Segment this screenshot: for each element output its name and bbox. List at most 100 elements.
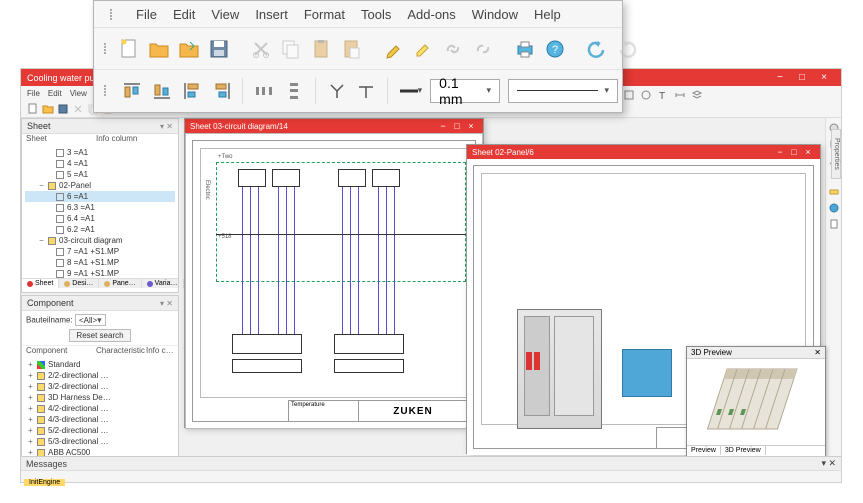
line-style-icon[interactable]: ▾	[398, 79, 422, 103]
tool-icon[interactable]	[828, 202, 840, 214]
tree-toggle-icon[interactable]: +	[27, 436, 34, 447]
mini-menu-item[interactable]: Edit	[48, 89, 62, 98]
menu-window[interactable]: Window	[472, 7, 518, 22]
dock-controls[interactable]: ▾ ✕	[821, 458, 836, 469]
dock-pin-icon[interactable]: ▾ ✕	[160, 122, 173, 131]
preview-tab[interactable]: Preview	[687, 446, 721, 455]
preview-tab[interactable]: 3D Preview	[721, 446, 766, 455]
tree-row[interactable]: 6.4 =A1	[25, 213, 175, 224]
tree-row[interactable]: −03-circuit diagram	[25, 235, 175, 246]
tree-row[interactable]: 9 =A1 +S1.MP	[25, 268, 175, 278]
menu-edit[interactable]: Edit	[173, 7, 195, 22]
open-icon[interactable]	[42, 103, 54, 115]
reset-search-button[interactable]: Reset search	[69, 329, 130, 342]
doc-minimize-button[interactable]: −	[436, 121, 450, 131]
new-icon[interactable]	[27, 103, 39, 115]
tree-toggle-icon[interactable]: +	[27, 403, 34, 414]
tree-toggle-icon[interactable]: +	[27, 392, 34, 403]
tool-icon[interactable]	[828, 186, 840, 198]
undo-icon[interactable]	[586, 37, 608, 61]
connector-y-icon[interactable]	[326, 79, 348, 103]
layer-tool-icon[interactable]	[691, 89, 703, 101]
status-tab[interactable]: InitEngine	[24, 479, 65, 486]
tree-row[interactable]: +2/2-directional …	[25, 370, 175, 381]
tree-row[interactable]: +3/2-directional …	[25, 381, 175, 392]
tree-row[interactable]: 6.2 =A1	[25, 224, 175, 235]
text-tool-icon[interactable]: T	[657, 89, 669, 101]
connector-t-icon[interactable]	[356, 79, 378, 103]
dim-tool-icon[interactable]	[674, 89, 686, 101]
circuit-canvas[interactable]: Electric +Two +518	[185, 133, 483, 429]
tree-row[interactable]: −02-Panel	[25, 180, 175, 191]
close-button[interactable]: ×	[813, 72, 835, 83]
copy-icon[interactable]	[280, 37, 302, 61]
line-width-combo[interactable]: 0.1 mm▾	[430, 79, 500, 103]
paste-special-icon[interactable]	[340, 37, 362, 61]
tree-toggle-icon[interactable]: +	[27, 425, 34, 436]
menu-file[interactable]: File	[136, 7, 157, 22]
tree-toggle-icon[interactable]: +	[27, 414, 34, 425]
panel-tab[interactable]: Varia…	[142, 279, 184, 288]
tree-toggle-icon[interactable]: −	[38, 180, 45, 191]
format-brush-icon[interactable]	[382, 37, 404, 61]
mini-menu-item[interactable]: View	[70, 89, 87, 98]
align-right-icon[interactable]	[211, 79, 233, 103]
paste-icon[interactable]	[310, 37, 332, 61]
mini-menu-item[interactable]: File	[27, 89, 40, 98]
tree-row[interactable]: +4/3-directional …	[25, 414, 175, 425]
toolbar-grip-icon[interactable]	[110, 9, 116, 20]
save-icon[interactable]	[208, 37, 230, 61]
align-bottom-icon[interactable]	[151, 79, 173, 103]
new-doc-icon[interactable]	[118, 37, 140, 61]
redo-icon[interactable]	[616, 37, 638, 61]
cut-icon[interactable]	[250, 37, 272, 61]
preview-close-icon[interactable]: ✕	[814, 348, 821, 357]
highlight-icon[interactable]	[412, 37, 434, 61]
menu-addons[interactable]: Add-ons	[407, 7, 455, 22]
help-icon[interactable]: ?	[544, 37, 566, 61]
tree-toggle-icon[interactable]: +	[27, 381, 34, 392]
component-name-combo[interactable]: <All> ▾	[75, 314, 106, 326]
doc-window-circuit[interactable]: Sheet 03-circuit diagram/14 − □ × Electr…	[184, 118, 484, 428]
unlink-icon[interactable]	[472, 37, 494, 61]
tree-row[interactable]: +4/2-directional …	[25, 403, 175, 414]
properties-dock-tab[interactable]: Properties	[831, 129, 841, 179]
print-icon[interactable]	[514, 37, 536, 61]
distribute-v-icon[interactable]	[283, 79, 305, 103]
menu-insert[interactable]: Insert	[255, 7, 288, 22]
tree-row[interactable]: +5/3-directional …	[25, 436, 175, 447]
tree-row[interactable]: 4 =A1	[25, 158, 175, 169]
comp-col-info[interactable]: Info c…	[146, 346, 174, 355]
comp-col-component[interactable]: Component	[26, 346, 96, 355]
distribute-h-icon[interactable]	[253, 79, 275, 103]
tree-row[interactable]: +3D Harness De…	[25, 392, 175, 403]
panel-tab[interactable]: Pane…	[99, 279, 141, 288]
circle-tool-icon[interactable]	[640, 89, 652, 101]
tree-row[interactable]: 3 =A1	[25, 147, 175, 158]
menu-format[interactable]: Format	[304, 7, 345, 22]
tree-toggle-icon[interactable]: −	[38, 235, 45, 246]
panel-tab[interactable]: Sheet	[22, 279, 59, 288]
sheet-col-info[interactable]: Info column	[96, 134, 137, 143]
tree-row[interactable]: 8 =A1 +S1.MP	[25, 257, 175, 268]
preview-window[interactable]: 3D Preview ✕	[686, 346, 826, 458]
comp-col-characteristic[interactable]: Characteristic	[96, 346, 146, 355]
preview-canvas[interactable]	[687, 359, 825, 445]
align-left-icon[interactable]	[181, 79, 203, 103]
menu-view[interactable]: View	[211, 7, 239, 22]
doc-minimize-button[interactable]: −	[773, 147, 787, 157]
tree-toggle-icon[interactable]: +	[27, 359, 34, 370]
menu-tools[interactable]: Tools	[361, 7, 391, 22]
line-pattern-combo[interactable]: ▾	[508, 79, 618, 103]
toolbar-grip-icon[interactable]	[104, 85, 109, 96]
doc-close-button[interactable]: ×	[801, 147, 815, 157]
minimize-button[interactable]: −	[769, 72, 791, 83]
messages-panel-header[interactable]: Messages ▾ ✕	[21, 456, 841, 470]
cut-icon[interactable]	[72, 103, 84, 115]
shape-tool-icon[interactable]	[623, 89, 635, 101]
doc-close-button[interactable]: ×	[464, 121, 478, 131]
tree-row[interactable]: 6 =A1	[25, 191, 175, 202]
maximize-button[interactable]: □	[791, 72, 813, 83]
tree-row[interactable]: 5 =A1	[25, 169, 175, 180]
open-folder-arrow-icon[interactable]	[178, 37, 200, 61]
